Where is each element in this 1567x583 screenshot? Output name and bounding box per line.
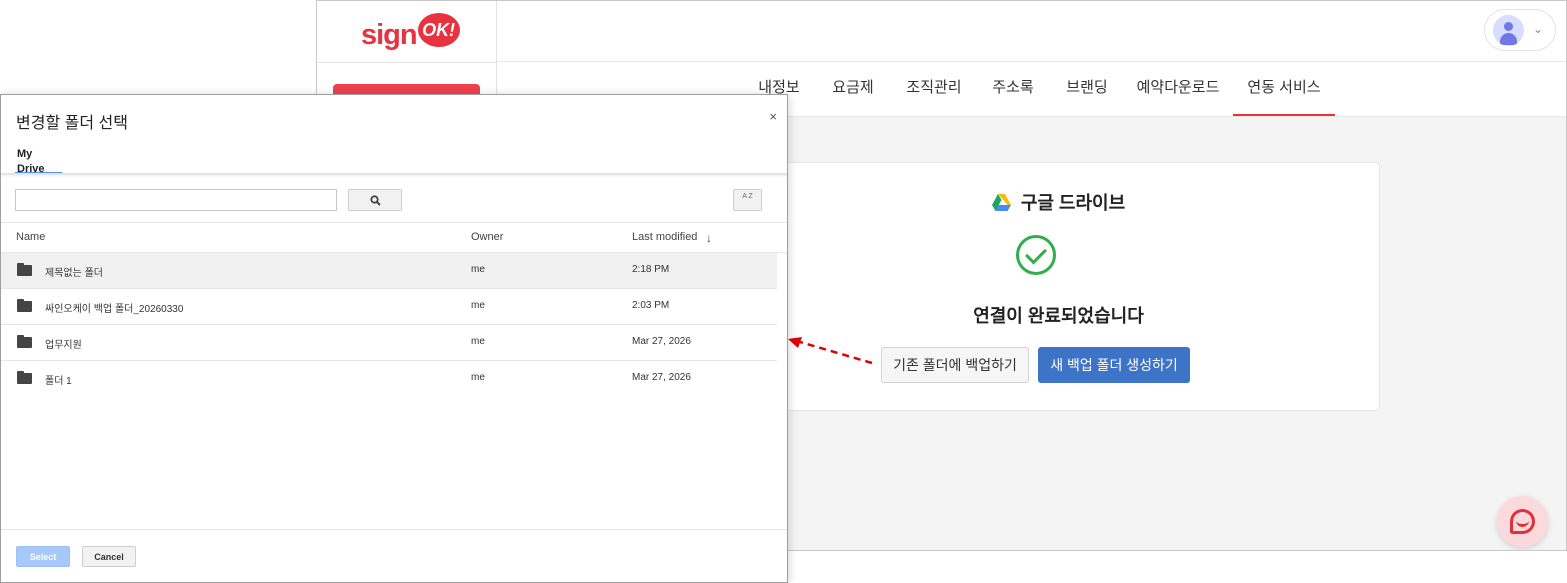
item-owner: me	[471, 264, 485, 275]
backup-existing-folder-button[interactable]: 기존 폴더에 백업하기	[881, 347, 1029, 383]
column-owner[interactable]: Owner	[471, 231, 503, 243]
item-owner: me	[471, 372, 485, 383]
cancel-button[interactable]: Cancel	[82, 546, 136, 567]
arrow-down-icon: ↓	[706, 231, 712, 245]
create-new-backup-folder-button[interactable]: 새 백업 폴더 생성하기	[1038, 347, 1190, 383]
user-menu-button[interactable]: ⌄	[1484, 9, 1556, 51]
item-name: 업무지원	[45, 340, 82, 351]
tab-organization[interactable]: 조직관리	[901, 62, 967, 116]
tab-pricing[interactable]: 요금제	[827, 62, 879, 116]
folder-icon	[17, 335, 32, 348]
column-name[interactable]: Name	[16, 231, 45, 243]
tab-my-drive[interactable]: My Drive	[15, 147, 62, 175]
tab-address-book[interactable]: 주소록	[987, 62, 1039, 116]
connection-complete-message: 연결이 완료되었습니다	[973, 306, 1144, 326]
list-item[interactable]: 싸인오케이 백업 폴더_20260330 me 2:03 PM	[1, 289, 777, 325]
item-modified: 2:03 PM	[632, 300, 670, 311]
logo-sign-text: sign	[361, 18, 418, 51]
google-drive-icon	[991, 193, 1011, 211]
item-name: 제목없는 폴더	[45, 268, 103, 279]
item-owner: me	[471, 300, 485, 311]
signok-logo[interactable]: sign OK!	[361, 13, 460, 55]
folder-icon	[17, 263, 32, 276]
column-last-modified[interactable]: Last modified	[632, 231, 697, 243]
tab-branding[interactable]: 브랜딩	[1061, 62, 1113, 116]
item-modified: Mar 27, 2026	[632, 372, 691, 383]
list-header: Name Owner Last modified ↓	[1, 222, 787, 253]
item-name: 싸인오케이 백업 폴더_20260330	[45, 304, 184, 315]
list-item[interactable]: 제목없는 폴더 me 2:18 PM	[1, 253, 777, 289]
select-button[interactable]: Select	[16, 546, 70, 567]
search-icon	[370, 195, 381, 206]
logo-area: sign OK!	[317, 1, 497, 63]
item-modified: Mar 27, 2026	[632, 336, 691, 347]
dialog-title: 변경할 폴더 선택	[16, 115, 128, 132]
sort-az-icon: A Z	[742, 193, 753, 200]
folder-icon	[17, 299, 32, 312]
annotation-arrow	[788, 337, 873, 365]
tab-integration[interactable]: 연동 서비스	[1233, 62, 1335, 116]
card-title: 구글 드라이브	[1020, 193, 1126, 213]
folder-icon	[17, 371, 32, 384]
close-icon[interactable]: ×	[769, 109, 777, 124]
dialog-footer: Select Cancel	[1, 529, 787, 582]
logo-ok-text: OK!	[417, 13, 460, 47]
avatar	[1493, 15, 1524, 46]
item-owner: me	[471, 336, 485, 347]
list-item[interactable]: 폴더 1 me Mar 27, 2026	[1, 361, 777, 397]
check-circle-icon	[1016, 235, 1056, 275]
list-item[interactable]: 업무지원 me Mar 27, 2026	[1, 325, 777, 361]
chevron-down-icon: ⌄	[1533, 22, 1544, 36]
folder-picker-dialog: 변경할 폴더 선택 × My Drive A Z Name Owner Last…	[0, 94, 788, 583]
search-input[interactable]	[15, 189, 337, 211]
item-modified: 2:18 PM	[632, 264, 670, 275]
tab-scheduled-download[interactable]: 예약다운로드	[1133, 62, 1223, 116]
chat-support-button[interactable]	[1497, 496, 1548, 547]
search-button[interactable]	[348, 189, 402, 211]
item-name: 폴더 1	[45, 376, 72, 387]
top-bar: ⌄	[497, 1, 1566, 62]
sort-az-button[interactable]: A Z	[733, 189, 762, 211]
